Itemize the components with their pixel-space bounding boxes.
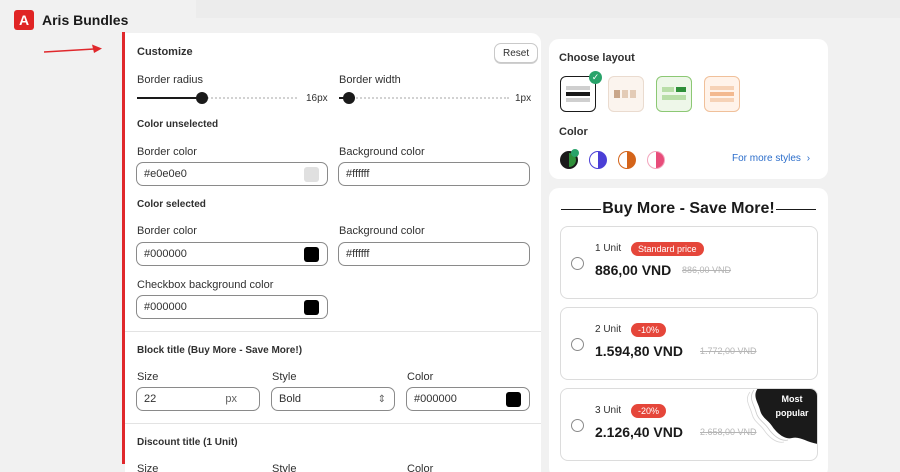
block-title-color-field[interactable]: #000000 bbox=[406, 387, 530, 411]
selected-color-check-icon bbox=[571, 149, 579, 157]
discount-title-color-label: Color bbox=[407, 463, 434, 472]
block-title-size-value: 22 bbox=[144, 393, 157, 405]
unselected-bg-color-label: Background color bbox=[339, 146, 425, 158]
unselected-bg-color-field[interactable]: #ffffff bbox=[338, 162, 530, 186]
border-radius-slider-track bbox=[202, 97, 297, 99]
block-title-color-swatch[interactable] bbox=[506, 392, 521, 407]
color-option-pink[interactable] bbox=[647, 151, 665, 169]
block-title-size-input[interactable]: 22 px bbox=[136, 387, 260, 411]
most-popular-tag: Most popular bbox=[746, 389, 817, 444]
layout-4-icon bbox=[710, 86, 734, 102]
border-radius-slider[interactable] bbox=[137, 92, 297, 104]
reset-button[interactable]: Reset bbox=[494, 43, 539, 63]
color-selected-title: Color selected bbox=[137, 199, 206, 210]
offer-price: 886,00 VND bbox=[595, 262, 672, 278]
border-width-slider[interactable] bbox=[339, 92, 509, 104]
border-radius-label: Border radius bbox=[137, 74, 204, 86]
unselected-border-color-label: Border color bbox=[137, 146, 197, 158]
most-popular-label: Most popular bbox=[775, 394, 809, 418]
checkbox-bg-color-label: Checkbox background color bbox=[137, 279, 274, 291]
offer-option-2[interactable]: 2 Unit -10% 1.594,80 VND 1.772,00 VND bbox=[560, 307, 818, 380]
checkbox-bg-color-value: #000000 bbox=[144, 301, 187, 313]
title-rule-right bbox=[776, 209, 816, 210]
offer-radio[interactable] bbox=[571, 338, 584, 351]
discount-title-size-label: Size bbox=[137, 463, 159, 472]
border-radius-value: 16px bbox=[306, 93, 328, 104]
border-width-slider-track bbox=[349, 97, 509, 99]
unselected-bg-swatch[interactable] bbox=[506, 167, 521, 182]
more-styles-label: For more styles bbox=[732, 153, 801, 164]
selected-border-color-label: Border color bbox=[137, 225, 197, 237]
unselected-border-color-value: #e0e0e0 bbox=[144, 168, 187, 180]
color-option-orange[interactable] bbox=[618, 151, 636, 169]
offer-price: 2.126,40 VND bbox=[595, 424, 683, 440]
checkbox-bg-swatch[interactable] bbox=[304, 300, 319, 315]
selected-bg-color-field[interactable]: #ffffff bbox=[338, 242, 530, 266]
selected-bg-color-value: #ffffff bbox=[346, 248, 370, 260]
offer-unit: 1 Unit bbox=[595, 243, 622, 254]
color-option-purple[interactable] bbox=[589, 151, 607, 169]
color-title: Color bbox=[559, 126, 588, 138]
layout-3-icon bbox=[662, 87, 686, 100]
selected-bg-swatch[interactable] bbox=[506, 247, 521, 262]
unselected-border-color-field[interactable]: #e0e0e0 bbox=[136, 162, 328, 186]
border-radius-slider-fill bbox=[137, 97, 202, 99]
block-title-color-label: Color bbox=[407, 371, 434, 383]
block-title-style-value: Bold bbox=[279, 393, 302, 405]
offer-unit: 2 Unit bbox=[595, 324, 622, 335]
top-bar-background bbox=[196, 0, 900, 18]
app-brand[interactable]: A Aris Bundles bbox=[14, 10, 128, 30]
border-width-value: 1px bbox=[515, 93, 532, 104]
selected-border-color-value: #000000 bbox=[144, 248, 187, 260]
customize-title: Customize bbox=[137, 46, 193, 58]
border-width-slider-thumb[interactable] bbox=[343, 92, 355, 104]
offer-badge: -20% bbox=[631, 404, 667, 418]
annotation-arrow-icon bbox=[44, 44, 102, 53]
offer-unit: 3 Unit bbox=[595, 405, 622, 416]
offer-compare-price: 886,00 VND bbox=[682, 265, 732, 275]
layout-2-icon bbox=[614, 90, 636, 98]
offer-radio[interactable] bbox=[571, 419, 584, 432]
color-unselected-title: Color unselected bbox=[137, 119, 219, 130]
offer-radio[interactable] bbox=[571, 257, 584, 270]
block-title-style-label: Style bbox=[272, 371, 297, 383]
offer-option-3[interactable]: 3 Unit -20% 2.126,40 VND 2.658,00 VND Mo… bbox=[560, 388, 818, 461]
selected-bg-color-label: Background color bbox=[339, 225, 425, 237]
discount-title-section-title: Discount title (1 Unit) bbox=[137, 437, 238, 448]
offer-price: 1.594,80 VND bbox=[595, 343, 683, 359]
customize-panel: Customize Reset Border radius 16px Borde… bbox=[125, 33, 541, 472]
offer-compare-price: 1.772,00 VND bbox=[700, 346, 757, 356]
section-divider bbox=[125, 423, 541, 424]
checkbox-bg-color-field[interactable]: #000000 bbox=[136, 295, 328, 319]
block-title-size-unit: px bbox=[225, 393, 237, 405]
selected-border-color-field[interactable]: #000000 bbox=[136, 242, 328, 266]
offer-badge: Standard price bbox=[631, 242, 704, 256]
layout-chooser-card: Choose layout ✓ Color For more styles › bbox=[549, 39, 828, 179]
choose-layout-title: Choose layout bbox=[559, 52, 635, 64]
offer-option-1[interactable]: 1 Unit Standard price 886,00 VND 886,00 … bbox=[560, 226, 818, 299]
unselected-border-swatch[interactable] bbox=[304, 167, 319, 182]
layout-option-2[interactable] bbox=[608, 76, 644, 112]
block-title-section-title: Block title (Buy More - Save More!) bbox=[137, 345, 303, 356]
block-title-color-value: #000000 bbox=[414, 393, 457, 405]
unselected-bg-color-value: #ffffff bbox=[346, 168, 370, 180]
selected-border-swatch[interactable] bbox=[304, 247, 319, 262]
discount-title-style-label: Style bbox=[272, 463, 297, 472]
border-width-label: Border width bbox=[339, 74, 401, 86]
border-radius-slider-thumb[interactable] bbox=[196, 92, 208, 104]
select-chevron-icon: ⇕ bbox=[377, 393, 386, 405]
layout-option-3[interactable] bbox=[656, 76, 692, 112]
block-title-style-select[interactable]: Bold ⇕ bbox=[271, 387, 395, 411]
aris-logo-icon: A bbox=[14, 10, 34, 30]
offer-badge: -10% bbox=[631, 323, 667, 337]
more-styles-link[interactable]: For more styles › bbox=[732, 153, 810, 164]
section-divider bbox=[125, 331, 541, 332]
block-title-size-label: Size bbox=[137, 371, 159, 383]
layout-option-4[interactable] bbox=[704, 76, 740, 112]
chevron-right-icon: › bbox=[806, 153, 811, 164]
layout-1-icon bbox=[566, 86, 590, 102]
selected-check-icon: ✓ bbox=[589, 71, 602, 84]
app-title: Aris Bundles bbox=[42, 12, 129, 28]
bundle-preview-card: Buy More - Save More! 1 Unit Standard pr… bbox=[549, 188, 828, 472]
